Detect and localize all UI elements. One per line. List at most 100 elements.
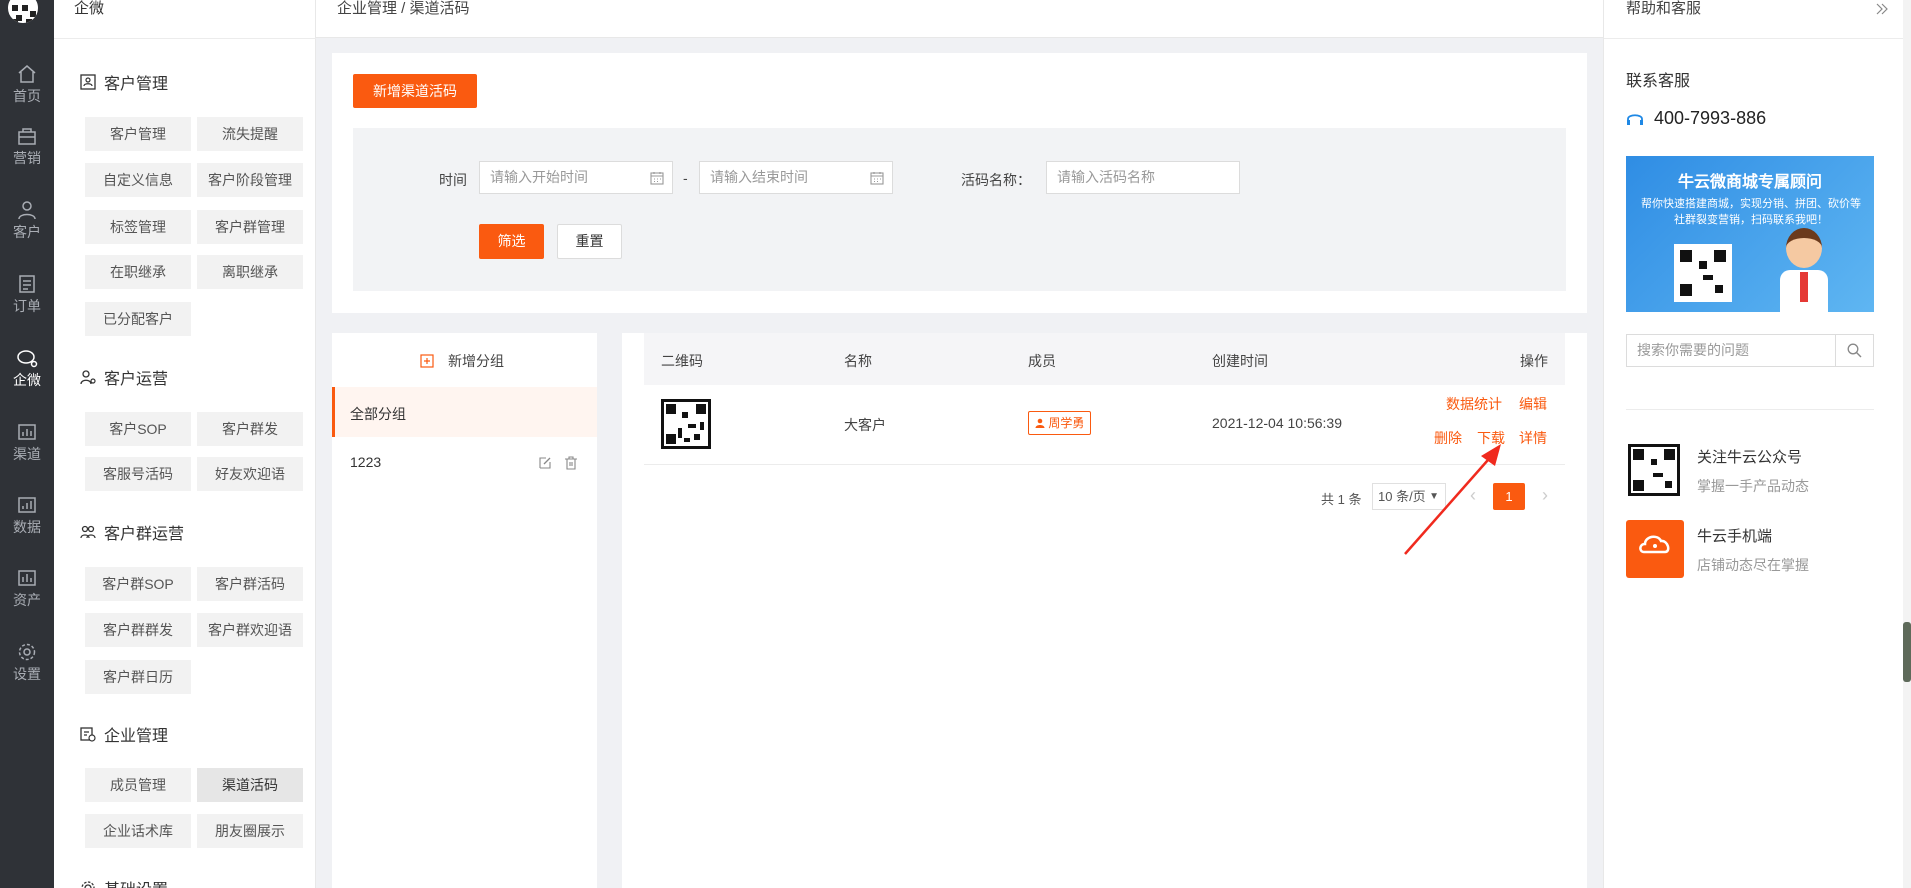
end-time-input[interactable]: 请输入结束时间 <box>699 161 893 194</box>
group-item-label: 全部分组 <box>350 406 406 422</box>
menu-item[interactable]: 客户群SOP <box>85 567 191 601</box>
group-item-1223[interactable]: 1223 <box>332 437 597 487</box>
group-label: 客户群运营 <box>104 526 185 543</box>
data-icon <box>18 497 36 513</box>
menu-item[interactable]: 自定义信息 <box>85 163 191 197</box>
phone-line: 400-7993-886 <box>1626 108 1766 129</box>
menu-item[interactable]: 客户群群发 <box>85 613 191 647</box>
rail-item-customer[interactable]: 客户 <box>0 192 54 254</box>
menu-item[interactable]: 客户管理 <box>85 117 191 151</box>
asset-icon <box>18 570 36 586</box>
menu-item[interactable]: 已分配客户 <box>85 302 191 336</box>
filter-panel: 新增渠道活码 时间 请输入开始时间 - 请输入结束时间 活码名称： 请输入活码名… <box>332 53 1587 313</box>
column-header: 名称 <box>844 353 872 369</box>
submenu-title: 企微 <box>74 0 105 17</box>
contact-card-icon <box>80 74 96 90</box>
menu-item[interactable]: 客户群欢迎语 <box>197 613 303 647</box>
promo-title: 关注牛云公众号 <box>1697 449 1803 466</box>
menu-item[interactable]: 客户SOP <box>85 412 191 446</box>
rail-item-data[interactable]: 数据 <box>0 487 54 549</box>
menu-item[interactable]: 朋友圈展示 <box>197 814 303 848</box>
phone-number: 400-7993-886 <box>1654 108 1767 128</box>
rail-label: 企微 <box>13 372 41 388</box>
rail-label: 设置 <box>13 666 41 682</box>
edit-link[interactable]: 编辑 <box>1519 394 1547 414</box>
column-header: 操作 <box>1520 353 1548 369</box>
date-range-separator: - <box>683 170 688 186</box>
group-label: 企业管理 <box>104 728 169 745</box>
promo-subtitle: 店铺动态尽在掌握 <box>1697 557 1809 573</box>
enterprise-settings-icon <box>80 727 96 742</box>
menu-item[interactable]: 客户群管理 <box>197 210 303 244</box>
group-customer-management: 客户管理 <box>80 70 168 94</box>
help-panel: 帮助和客服 联系客服 400-7993-886 牛云微商城专属顾问 帮你快速搭建… <box>1603 0 1911 888</box>
menu-item[interactable]: 标签管理 <box>85 210 191 244</box>
wechat-account-qrcode <box>1628 444 1680 496</box>
menu-item-channel-qrcode[interactable]: 渠道活码 <box>197 768 303 802</box>
data-stats-link[interactable]: 数据统计 <box>1446 394 1502 414</box>
consultant-banner[interactable]: 牛云微商城专属顾问 帮你快速搭建商城，实现分销、拼团、砍价等社群裂变营销，扫码联… <box>1626 156 1874 312</box>
table-header: 二维码 名称 成员 创建时间 操作 <box>644 333 1565 385</box>
filter-button[interactable]: 筛选 <box>479 224 544 259</box>
menu-item[interactable]: 客户群发 <box>197 412 303 446</box>
reset-button[interactable]: 重置 <box>557 224 622 259</box>
calendar-icon <box>650 172 664 185</box>
group-basic-settings: 基础设置 <box>80 876 168 888</box>
divider <box>1626 409 1874 410</box>
menu-item[interactable]: 离职继承 <box>197 255 303 289</box>
menu-item[interactable]: 好友欢迎语 <box>197 457 303 491</box>
column-header: 创建时间 <box>1212 353 1268 369</box>
cloud-icon <box>1639 535 1670 554</box>
rail-item-asset[interactable]: 资产 <box>0 560 54 622</box>
menu-item[interactable]: 客户群活码 <box>197 567 303 601</box>
rail-item-order[interactable]: 订单 <box>0 266 54 328</box>
edit-icon[interactable] <box>538 456 552 470</box>
menu-item[interactable]: 成员管理 <box>85 768 191 802</box>
menu-item[interactable]: 客服号活码 <box>85 457 191 491</box>
add-icon <box>420 354 434 368</box>
menu-item[interactable]: 在职继承 <box>85 255 191 289</box>
qrcode-name: 大客户 <box>844 417 886 433</box>
group-item-all[interactable]: 全部分组 <box>332 387 597 437</box>
add-channel-qrcode-button[interactable]: 新增渠道活码 <box>353 74 477 108</box>
menu-item[interactable]: 企业话术库 <box>85 814 191 848</box>
search-icon <box>1847 343 1862 358</box>
time-label: 时间 <box>439 172 467 188</box>
group-label: 客户运营 <box>104 371 169 388</box>
header-bar: 企业管理 / 渠道活码 <box>316 0 1603 38</box>
scrollbar-thumb[interactable] <box>1903 622 1911 682</box>
start-time-input[interactable]: 请输入开始时间 <box>479 161 673 194</box>
avatar[interactable] <box>5 0 41 26</box>
rail-label: 客户 <box>13 224 41 240</box>
next-page-icon[interactable]: › <box>1542 485 1548 506</box>
mobile-app-logo <box>1626 520 1684 578</box>
rail-item-settings[interactable]: 设置 <box>0 634 54 696</box>
users-icon <box>80 525 96 539</box>
page-scrollbar[interactable] <box>1903 0 1911 888</box>
help-search-button[interactable] <box>1835 335 1873 366</box>
rail-item-wecom[interactable]: 企微 <box>0 340 54 402</box>
promo-subtitle: 掌握一手产品动态 <box>1697 478 1809 494</box>
divider <box>54 38 316 39</box>
qrcode-name-placeholder: 请输入活码名称 <box>1057 169 1155 185</box>
rail-item-home[interactable]: 首页 <box>0 56 54 118</box>
annotation-arrow <box>1404 444 1501 555</box>
rail-label: 营销 <box>13 150 41 166</box>
menu-item[interactable]: 客户阶段管理 <box>197 163 303 197</box>
qrcode-image[interactable] <box>661 399 711 449</box>
help-search-input[interactable]: 搜索你需要的问题 <box>1626 334 1874 367</box>
collapse-icon[interactable] <box>1875 3 1889 15</box>
qrcode-name-label: 活码名称： <box>961 172 1031 188</box>
rail-item-marketing[interactable]: 营销 <box>0 118 54 180</box>
total-count: 共 1 条 <box>1321 492 1362 507</box>
qrcode-name-input[interactable]: 请输入活码名称 <box>1046 161 1240 194</box>
menu-item[interactable]: 流失提醒 <box>197 117 303 151</box>
group-list-panel: 新增分组 全部分组 1223 <box>332 333 597 888</box>
consultant-illustration <box>1776 228 1832 312</box>
delete-icon[interactable] <box>564 456 578 470</box>
menu-item[interactable]: 客户群日历 <box>85 660 191 694</box>
add-group-button[interactable]: 新增分组 <box>420 351 504 371</box>
calendar-icon <box>870 172 884 185</box>
rail-item-channel[interactable]: 渠道 <box>0 414 54 476</box>
detail-link[interactable]: 详情 <box>1519 428 1547 448</box>
